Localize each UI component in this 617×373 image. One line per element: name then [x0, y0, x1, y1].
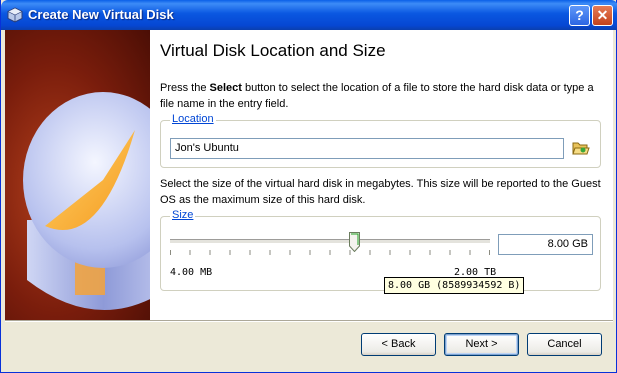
location-input[interactable]: Jon's Ubuntu: [170, 138, 564, 159]
size-slider-ticks: [170, 250, 490, 255]
title-bar[interactable]: Create New Virtual Disk ? ✕: [1, 0, 617, 30]
size-slider-track[interactable]: [170, 239, 490, 244]
size-min-label: 4.00 MB: [170, 267, 213, 278]
cancel-button[interactable]: Cancel: [527, 333, 602, 356]
hard-disk-pie-icon: [23, 92, 150, 310]
size-slider-thumb[interactable]: [349, 232, 360, 252]
next-button[interactable]: Next >: [444, 333, 519, 356]
intro-text: Press the Select button to select the lo…: [160, 80, 605, 112]
page-title: Virtual Disk Location and Size: [160, 41, 386, 60]
size-label: Size: [170, 209, 196, 221]
size-group: Size 8.00 GB 4.00 MB 2.00 TB: [160, 209, 601, 291]
help-button[interactable]: ?: [569, 5, 590, 26]
size-tooltip: 8.00 GB (8589934592 B): [384, 277, 525, 294]
help-icon: ?: [575, 7, 584, 23]
folder-open-icon[interactable]: [572, 139, 590, 157]
close-icon: ✕: [596, 7, 609, 23]
size-input[interactable]: 8.00 GB: [498, 234, 593, 255]
size-description: Select the size of the virtual hard disk…: [160, 178, 601, 206]
intro-text-bold: Select: [209, 82, 242, 94]
virtualbox-icon: [7, 7, 23, 23]
wizard-window: Create New Virtual Disk ? ✕ Virtual Disk…: [0, 0, 617, 373]
location-group: Location Jon's Ubuntu: [160, 113, 601, 168]
window-title: Create New Virtual Disk: [28, 7, 174, 22]
close-button[interactable]: ✕: [592, 5, 613, 26]
location-label: Location: [170, 113, 216, 125]
intro-text-prefix: Press the: [160, 82, 210, 94]
button-separator: [5, 320, 613, 322]
back-button[interactable]: < Back: [361, 333, 436, 356]
wizard-side-image: [5, 30, 150, 320]
